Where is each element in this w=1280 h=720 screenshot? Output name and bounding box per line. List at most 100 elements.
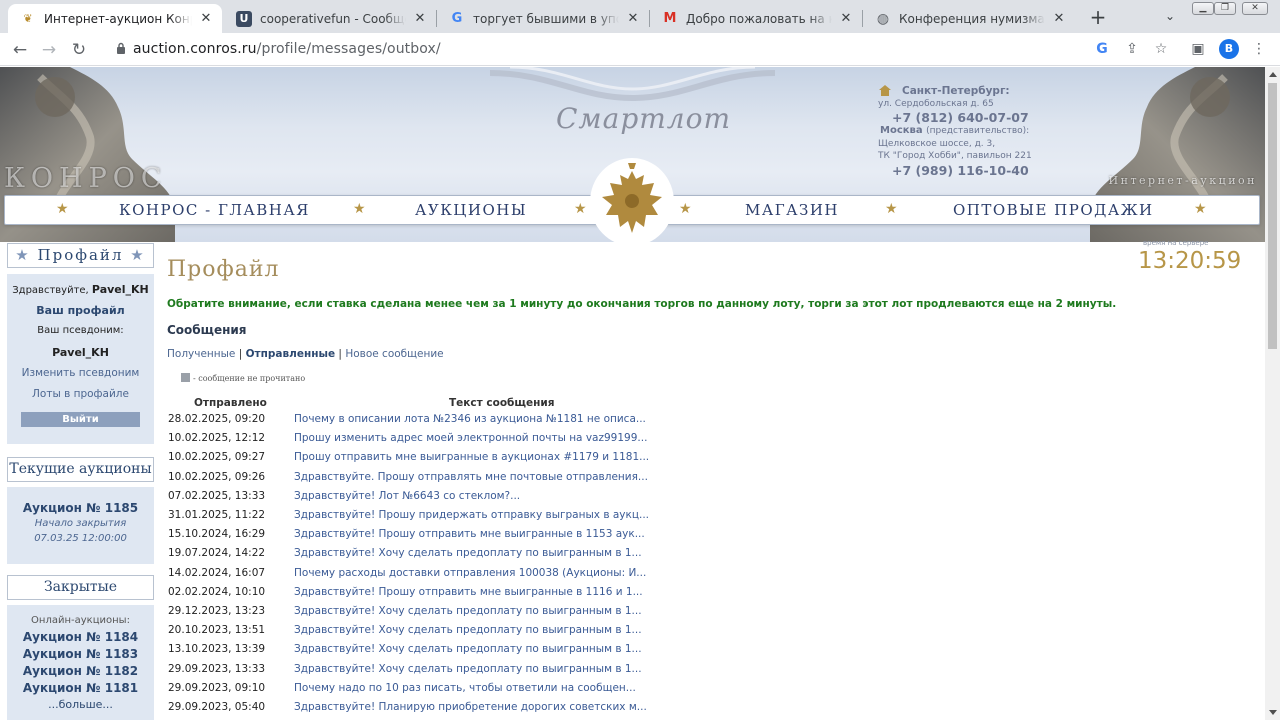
close-tab-icon[interactable]: ✕ — [625, 11, 641, 26]
message-link[interactable]: Прошу отправить мне выигранные в аукцион… — [294, 451, 649, 463]
current-auction-link[interactable]: Аукцион № 1185 — [7, 501, 154, 518]
scroll-up-arrow-icon[interactable] — [1269, 72, 1277, 77]
tab-numismatists[interactable]: ◍ Конференция нумизматов - Н ✕ — [863, 4, 1075, 33]
message-date: 31.01.2025, 11:22 — [168, 509, 266, 521]
bookmark-star-icon[interactable]: ☆ — [1152, 40, 1170, 58]
close-tab-icon[interactable]: ✕ — [838, 11, 854, 26]
side-panel-icon[interactable]: ▣ — [1189, 40, 1207, 58]
konros-brand-text: КОНРОС — [4, 163, 168, 194]
closed-auction-link[interactable]: Аукцион № 1183 — [7, 647, 154, 664]
star-icon: ★ — [130, 246, 146, 264]
url-host: auction.conros.ru — [133, 41, 257, 57]
tab-konros[interactable]: ❦ Интернет-аукцион Конрос - г ✕ — [8, 4, 222, 33]
unread-square-icon — [181, 373, 190, 382]
profile-title: Профайл — [37, 246, 124, 264]
message-link[interactable]: Здравствуйте! Прошу отправить мне выигра… — [294, 528, 645, 540]
close-window-button[interactable]: ✕ — [1242, 2, 1268, 15]
message-link[interactable]: Здравствуйте! Планирую приобретение доро… — [294, 701, 647, 713]
separator: | — [338, 348, 342, 360]
message-link[interactable]: Здравствуйте! Хочу сделать предоплату по… — [294, 663, 642, 675]
nav-konros-home[interactable]: КОНРОС - ГЛАВНАЯ — [119, 201, 310, 219]
lots-in-profile-link[interactable]: Лоты в профайле — [7, 388, 154, 409]
closing-date: 07.03.25 12:00:00 — [34, 533, 127, 544]
forward-arrow-icon[interactable]: → — [37, 38, 61, 62]
page-scrollbar[interactable] — [1265, 67, 1280, 720]
minimize-button[interactable]: ▁ — [1192, 2, 1214, 15]
message-date: 07.02.2025, 13:33 — [168, 489, 266, 502]
tab-gmail[interactable]: M Добро пожаловать на конфер ✕ — [650, 4, 862, 33]
menu-kebab-icon[interactable]: ⋮ — [1250, 40, 1268, 58]
logout-button[interactable]: Выйти — [21, 412, 140, 427]
messages-subnav: Полученные | Отправленные | Новое сообще… — [167, 348, 444, 360]
message-link[interactable]: Почему в описании лота №2346 из аукциона… — [294, 413, 646, 425]
spb-address: ул. Сердобольская д. 65 — [878, 98, 994, 109]
message-link[interactable]: Здравствуйте! Хочу сделать предоплату по… — [294, 547, 642, 559]
url-text[interactable]: auction.conros.ru/profile/messages/outbo… — [133, 41, 441, 57]
smartlot-logo[interactable]: Смартлот — [556, 102, 731, 135]
msk-address-1: Щелковское шоссе, д. 3, — [878, 138, 996, 149]
message-link[interactable]: Здравствуйте! Прошу придержать отправку … — [294, 509, 649, 521]
tab-title: торгует бывшими в употребл — [473, 11, 619, 26]
table-row: 02.02.2024, 10:10 Здравствуйте! Прошу отп… — [168, 586, 648, 605]
username: Pavel_KH — [91, 283, 149, 296]
table-row: 29.09.2023, 13:33 Здравствуйте! Хочу сдел… — [168, 663, 648, 682]
separator: | — [238, 348, 243, 360]
nav-wholesale[interactable]: ОПТОВЫЕ ПРОДАЖИ — [953, 201, 1154, 219]
closed-auction-link[interactable]: Аукцион № 1181 — [7, 681, 154, 698]
scroll-down-arrow-icon[interactable] — [1269, 710, 1277, 715]
close-tab-icon[interactable]: ✕ — [412, 11, 428, 26]
share-icon[interactable]: ⇪ — [1123, 40, 1141, 58]
online-auctions-label: Онлайн-аукционы: — [31, 615, 130, 626]
message-link[interactable]: Почему надо по 10 раз писать, чтобы отве… — [294, 682, 636, 694]
scrollbar-thumb[interactable] — [1268, 83, 1277, 349]
message-link[interactable]: Здравствуйте! Хочу сделать предоплату по… — [294, 605, 642, 617]
message-link[interactable]: Здравствуйте! Хочу сделать предоплату по… — [294, 643, 642, 655]
closed-auctions-box: Онлайн-аукционы: Аукцион № 1184 Аукцион … — [7, 605, 154, 720]
google-favicon-icon: G — [451, 11, 463, 26]
tab-search-chevron-icon[interactable]: ⌄ — [1160, 6, 1180, 26]
column-header-text[interactable]: Текст сообщения — [449, 397, 554, 409]
nav-shop[interactable]: МАГАЗИН — [745, 201, 839, 219]
reload-icon[interactable]: ↻ — [67, 38, 91, 62]
maximize-button[interactable]: ❐ — [1214, 2, 1236, 15]
msk-address-2: ТК "Город Хобби", павильон 221 — [878, 151, 1032, 161]
new-message-link[interactable]: Новое сообщение — [345, 348, 443, 360]
message-link[interactable]: Здравствуйте! Лот №6643 со стеклом?... — [294, 490, 520, 502]
lock-icon[interactable] — [116, 42, 126, 54]
msk-city: Москва (представительство): — [878, 125, 1032, 138]
closed-auction-link[interactable]: Аукцион № 1182 — [7, 664, 154, 681]
sent-link[interactable]: Отправленные — [246, 348, 335, 360]
back-arrow-icon[interactable]: ← — [8, 38, 32, 62]
konros-favicon-icon: ❦ — [23, 12, 33, 25]
message-link[interactable]: Здравствуйте. Прошу отправлять мне почто… — [294, 471, 648, 483]
message-link[interactable]: Прошу изменить адрес моей электронной по… — [294, 432, 647, 444]
message-link[interactable]: Здравствуйте! Прошу отправить мне выигра… — [294, 586, 643, 598]
header-ornament — [490, 67, 775, 102]
tab-google-search[interactable]: G торгует бывшими в употребл ✕ — [437, 4, 649, 33]
close-tab-icon[interactable]: ✕ — [1051, 11, 1067, 26]
message-date: 29.09.2023, 09:10 — [168, 681, 266, 694]
nav-auctions[interactable]: АУКЦИОНЫ — [415, 201, 527, 219]
tab-cooperativefun[interactable]: U cooperativefun - Сообщения ✕ — [224, 4, 436, 33]
message-date: 10.02.2025, 12:12 — [168, 432, 266, 445]
new-tab-button[interactable]: + — [1086, 6, 1110, 30]
current-auctions-box: Аукцион № 1185 Начало закрытия 07.03.25 … — [7, 487, 154, 564]
more-auctions-link[interactable]: ...больше... — [7, 698, 154, 711]
my-profile-link[interactable]: Ваш профайл — [7, 304, 154, 325]
messages-heading: Сообщения — [167, 323, 247, 337]
unread-legend: - сообщение не прочитано — [181, 373, 305, 383]
message-link[interactable]: Здравствуйте! Хочу сделать предоплату по… — [294, 624, 642, 636]
message-date: 29.12.2023, 13:23 — [168, 605, 266, 617]
column-header-sent[interactable]: Отправлено — [194, 397, 267, 409]
close-tab-icon[interactable]: ✕ — [198, 11, 214, 26]
inbox-link[interactable]: Полученные — [167, 348, 235, 360]
message-link[interactable]: Почему расходы доставки отправления 1000… — [294, 567, 646, 579]
message-date: 14.02.2024, 16:07 — [168, 566, 266, 579]
closed-auction-link[interactable]: Аукцион № 1184 — [7, 630, 154, 647]
change-alias-link[interactable]: Изменить псевдоним — [7, 367, 154, 388]
gmail-favicon-icon: M — [663, 11, 677, 26]
google-translate-icon[interactable]: G — [1093, 40, 1111, 58]
page-title: Профайл — [167, 257, 280, 282]
star-icon: ★ — [885, 201, 898, 217]
profile-avatar[interactable]: B — [1219, 39, 1239, 59]
